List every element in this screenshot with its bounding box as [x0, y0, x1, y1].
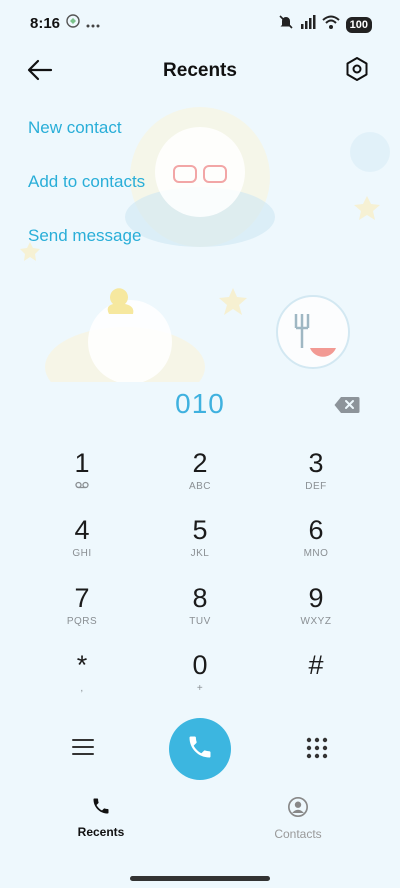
key-digit: 9 — [308, 583, 324, 613]
key-digit: 8 — [192, 583, 208, 613]
key-digit: # — [308, 650, 324, 680]
key-digit: 2 — [192, 448, 208, 478]
key-5[interactable]: 5 JKL — [145, 515, 255, 575]
key-7[interactable]: 7 PQRS — [27, 583, 137, 643]
phone-icon — [186, 733, 214, 766]
key-digit: 7 — [74, 583, 90, 613]
key-9[interactable]: 9 WXYZ — [261, 583, 371, 643]
voicemail-icon — [27, 481, 137, 493]
add-to-contacts-link[interactable]: Add to contacts — [28, 172, 145, 192]
keypad-icon[interactable] — [305, 736, 329, 760]
key-letters: PQRS — [66, 616, 98, 627]
backspace-icon[interactable] — [334, 396, 360, 414]
tab-label: Contacts — [274, 827, 322, 841]
key-3[interactable]: 3 DEF — [261, 448, 371, 508]
key-1[interactable]: 1 — [27, 448, 137, 508]
key-hash[interactable]: # — [261, 650, 371, 710]
key-letters: , — [80, 683, 84, 694]
more-dots-icon — [86, 15, 100, 33]
new-contact-link[interactable]: New contact — [28, 118, 122, 138]
status-left-icons — [66, 14, 100, 33]
key-letters: WXYZ — [300, 616, 332, 627]
phone-icon — [91, 798, 111, 820]
key-digit: 6 — [308, 515, 324, 545]
key-4[interactable]: 4 GHI — [27, 515, 137, 575]
dial-display: 010 — [0, 388, 400, 428]
tab-recents[interactable]: Recents — [41, 796, 161, 839]
key-letters: MNO — [303, 548, 329, 559]
key-digit: 0 — [192, 650, 208, 680]
key-letters: ABC — [188, 481, 212, 492]
key-digit: 4 — [74, 515, 90, 545]
status-right-icons: 100 — [278, 14, 372, 35]
key-6[interactable]: 6 MNO — [261, 515, 371, 575]
menu-icon[interactable] — [70, 736, 96, 758]
key-star[interactable]: * , — [27, 650, 137, 710]
battery-icon: 100 — [345, 16, 372, 33]
key-2[interactable]: 2 ABC — [145, 448, 255, 508]
key-8[interactable]: 8 TUV — [145, 583, 255, 643]
key-digit: 1 — [74, 448, 90, 478]
key-0[interactable]: 0 + — [145, 650, 255, 710]
signal-icon — [300, 15, 316, 34]
page-title: Recents — [163, 60, 237, 81]
call-button[interactable] — [169, 718, 231, 780]
settings-icon[interactable] — [344, 56, 370, 82]
key-digit: 3 — [308, 448, 324, 478]
key-letters: JKL — [190, 548, 210, 559]
key-letters: GHI — [72, 548, 92, 559]
status-time: 8:16 — [30, 15, 61, 32]
tab-label: Recents — [77, 825, 125, 839]
wifi-icon — [321, 15, 340, 34]
status-bar: 8:16 100 — [0, 0, 400, 48]
send-message-link[interactable]: Send message — [28, 226, 141, 246]
dial-actions — [0, 716, 400, 780]
contact-icon — [287, 797, 309, 822]
key-letters: + — [196, 683, 204, 694]
dialer-screen: 8:16 100 Recents New contact Add to cont… — [0, 0, 400, 888]
key-letters: DEF — [305, 481, 327, 492]
key-letters — [261, 683, 371, 695]
key-digit: * — [76, 650, 88, 680]
tab-contacts[interactable]: Contacts — [238, 796, 358, 841]
bottom-nav: Recents Contacts — [0, 796, 400, 846]
key-letters: TUV — [189, 616, 211, 627]
home-indicator[interactable] — [130, 876, 270, 881]
top-app-bar: Recents — [0, 48, 400, 92]
app-notification-icon — [66, 14, 80, 33]
key-digit: 5 — [192, 515, 208, 545]
mute-icon — [278, 14, 294, 35]
